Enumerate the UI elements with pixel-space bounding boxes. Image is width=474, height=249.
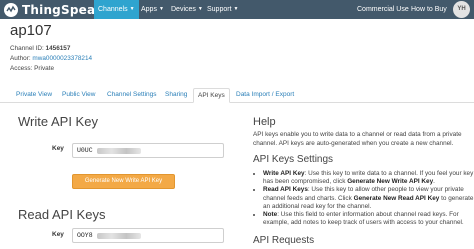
generate-write-key-button[interactable]: Generate New Write API Key	[72, 174, 175, 189]
redacted-key	[97, 148, 141, 154]
top-navbar: ThingSpeak Channels ▼ Apps ▼ Devices ▼ Supp…	[0, 0, 474, 19]
write-key-value: U0UC	[77, 147, 93, 154]
tab-sharing[interactable]: Sharing	[161, 88, 191, 102]
access-value: Private	[34, 65, 55, 72]
write-api-key-heading: Write API Key	[18, 114, 98, 129]
bullet-action: Generate New Write API Key	[347, 178, 434, 186]
channel-tabs: Private View Public View Channel Setting…	[0, 88, 474, 103]
access-row: Access: Private	[10, 65, 54, 72]
api-requests-heading: API Requests	[253, 235, 315, 246]
redacted-key	[97, 233, 141, 239]
nav-apps[interactable]: Apps ▼	[137, 0, 168, 19]
list-item: Read API Keys: Use this key to allow oth…	[263, 186, 474, 211]
api-keys-settings-heading: API Keys Settings	[253, 154, 334, 165]
chevron-down-icon: ▼	[233, 6, 239, 12]
channel-id-label: Channel ID:	[10, 45, 44, 52]
nav-how-to-buy[interactable]: How to Buy	[407, 0, 451, 19]
nav-devices[interactable]: Devices ▼	[167, 0, 207, 19]
channel-id-row: Channel ID: 1456157	[10, 45, 70, 52]
bullet-action: Generate New Read API Key	[353, 194, 440, 202]
thingspeak-logo-icon	[4, 2, 18, 17]
nav-support-label: Support	[207, 6, 232, 13]
nav-channels[interactable]: Channels ▼	[94, 0, 139, 19]
settings-list: Write API Key: Use this key to write dat…	[253, 170, 474, 227]
bullet-term: Write API Key	[263, 170, 305, 177]
tab-channel-settings[interactable]: Channel Settings	[103, 88, 161, 102]
page-title: ap107	[10, 22, 52, 39]
read-key-value: OOY8	[77, 232, 93, 239]
help-intro: API keys enable you to write data to a c…	[253, 131, 467, 148]
write-api-key-field[interactable]: U0UC	[72, 143, 224, 158]
nav-channels-label: Channels	[98, 6, 128, 13]
write-key-label: Key	[52, 145, 64, 152]
bullet-text: : Use this field to enter information ab…	[263, 211, 464, 227]
channel-id-value: 1456157	[45, 45, 71, 52]
tab-private-view[interactable]: Private View	[12, 88, 56, 102]
tab-public-view[interactable]: Public View	[58, 88, 99, 102]
avatar[interactable]: YH	[453, 1, 470, 18]
read-api-keys-heading: Read API Keys	[18, 207, 106, 222]
tab-api-keys[interactable]: API Keys	[193, 88, 230, 103]
author-link[interactable]: mwa0000023378214	[32, 55, 92, 62]
tab-data-import-export[interactable]: Data Import / Export	[232, 88, 298, 102]
access-label: Access:	[10, 65, 33, 72]
bullet-term: Note	[263, 211, 278, 219]
nav-devices-label: Devices	[171, 6, 196, 13]
chevron-down-icon: ▼	[158, 6, 164, 12]
bullet-after: .	[433, 178, 435, 186]
help-intro-text: API keys enable you to write data to a c…	[253, 131, 462, 147]
read-api-key-field[interactable]: OOY8	[72, 228, 224, 243]
nav-apps-label: Apps	[141, 6, 157, 13]
list-item: Note: Use this field to enter informatio…	[263, 211, 474, 227]
author-row: Author: mwa0000023378214	[10, 55, 92, 62]
read-key-label: Key	[52, 231, 64, 238]
nav-support[interactable]: Support ▼	[203, 0, 242, 19]
nav-commercial-use[interactable]: Commercial Use	[353, 0, 413, 19]
author-label: Author:	[10, 55, 31, 62]
chevron-down-icon: ▼	[129, 6, 135, 12]
help-heading: Help	[253, 116, 276, 128]
list-item: Write API Key: Use this key to write dat…	[263, 170, 474, 186]
brand-name: ThingSpeak	[22, 2, 104, 17]
bullet-term: Read API Keys	[263, 186, 308, 194]
brand[interactable]: ThingSpeak	[3, 1, 103, 18]
